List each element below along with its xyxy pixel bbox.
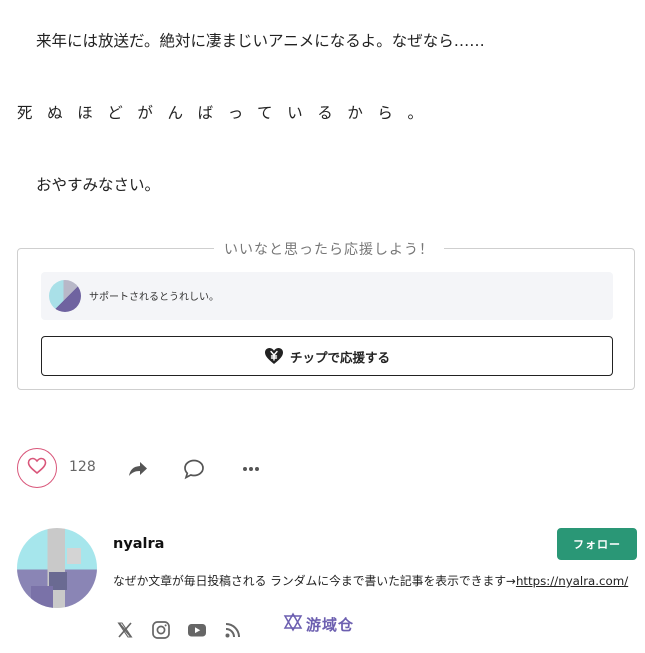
profile-bio-link[interactable]: https://nyalra.com/ — [516, 574, 628, 588]
follow-button[interactable]: フォロー — [557, 528, 637, 560]
support-message: サポートされるとうれしい。 — [41, 272, 613, 320]
article-paragraph: 死ぬほどがんばっているから。 — [17, 104, 438, 122]
watermark-text: 游域仓 — [306, 615, 355, 634]
article-paragraph: おやすみなさい。 — [36, 176, 161, 194]
rss-icon[interactable] — [223, 620, 243, 640]
support-box: いいなと思ったら応援しよう！ サポートされるとうれしい。 チップで応援する — [17, 239, 635, 390]
profile-name[interactable]: nyalra — [113, 536, 164, 552]
comment-icon[interactable] — [183, 458, 205, 480]
tip-button-label: チップで応援する — [289, 349, 390, 365]
yen-heart-icon — [264, 346, 284, 366]
share-icon[interactable] — [127, 458, 149, 480]
action-bar: 128 — [17, 448, 317, 488]
like-button[interactable] — [17, 448, 57, 488]
creator-avatar — [49, 280, 81, 312]
watermark: 游域仓 — [283, 612, 354, 636]
tip-button[interactable]: チップで応援する — [41, 336, 613, 376]
article-paragraph: 来年には放送だ。絶対に凄まじいアニメになるよ。なぜなら…… — [36, 32, 485, 50]
support-message-text: サポートされるとうれしい。 — [89, 292, 219, 303]
youtube-icon[interactable] — [187, 620, 207, 640]
profile-bio: なぜか文章が毎日投稿される ランダムに今まで書いた記事を表示できます→https… — [113, 570, 637, 592]
heart-icon — [27, 457, 47, 479]
more-icon[interactable] — [240, 458, 262, 480]
like-count: 128 — [69, 459, 96, 475]
x-icon[interactable] — [115, 620, 135, 640]
watermark-logo-icon — [283, 612, 303, 636]
profile-avatar[interactable] — [17, 528, 97, 608]
support-legend: いいなと思ったら応援しよう！ — [214, 239, 444, 259]
instagram-icon[interactable] — [151, 620, 171, 640]
profile-bio-text: なぜか文章が毎日投稿される ランダムに今まで書いた記事を表示できます→ — [113, 574, 516, 588]
